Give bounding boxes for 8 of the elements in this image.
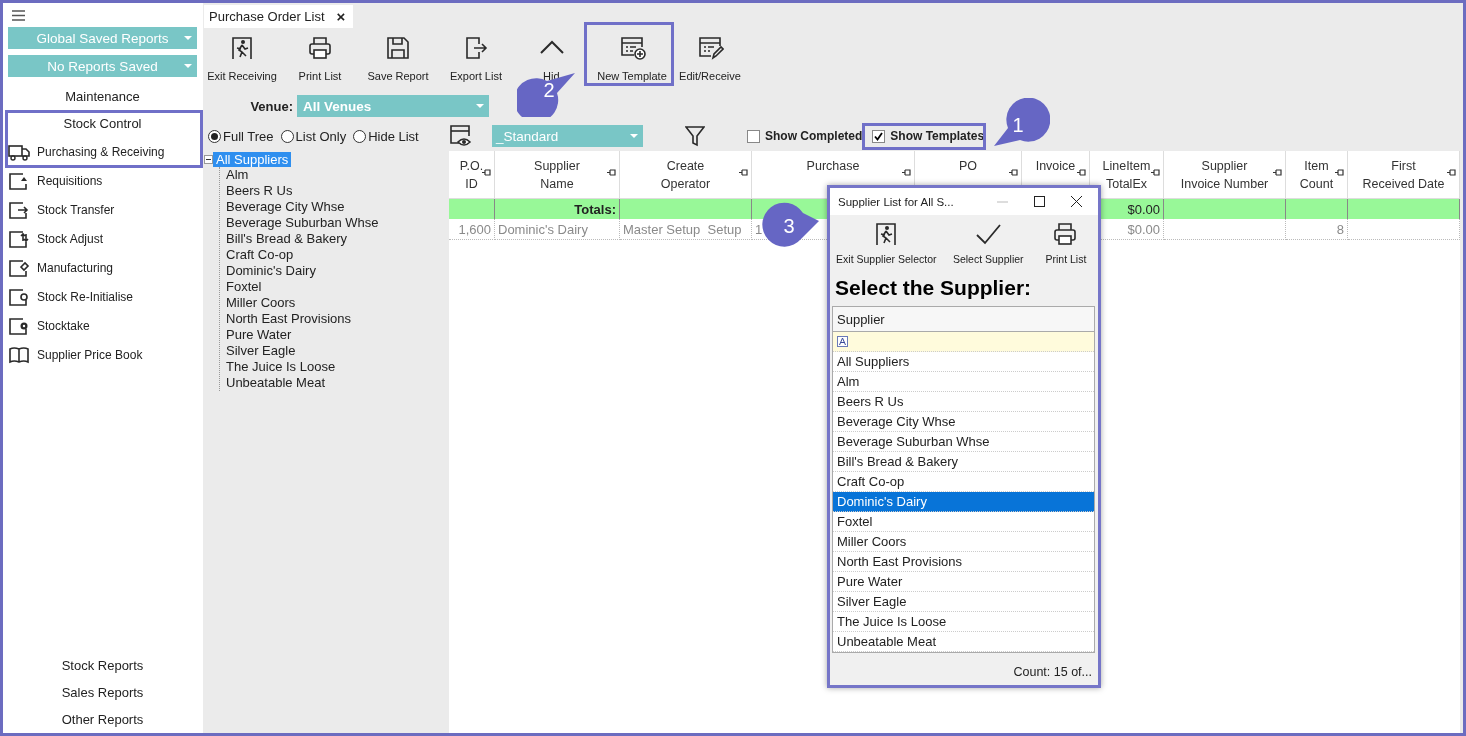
table-cell: 8 bbox=[1286, 219, 1348, 240]
table-cell: Dominic's Dairy bbox=[495, 219, 620, 240]
field-label: Venue: bbox=[249, 98, 293, 114]
table-cell: Master Setup Setup bbox=[620, 219, 752, 240]
dialog-heading: Select the Supplier: bbox=[834, 275, 1033, 301]
table-cell: 1,600 bbox=[449, 219, 495, 240]
record-count: Count: 15 of... bbox=[1012, 664, 1093, 681]
totals-label: Totals: bbox=[495, 199, 620, 219]
